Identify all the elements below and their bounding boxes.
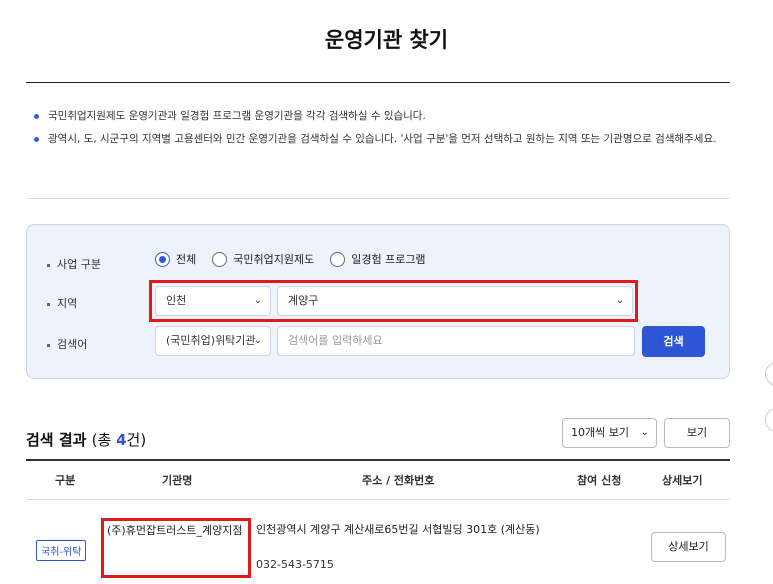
search-button[interactable]: 검색 (642, 326, 705, 357)
search-input[interactable]: 검색어를 입력하세요 (277, 326, 635, 356)
business-type-radio-group: 전체 국민취업지원제도 일경험 프로그램 (155, 251, 442, 267)
notice-item: 광역시, 도, 시군구의 지역별 고용센터와 민간 운영기관을 검색하실 수 있… (34, 131, 730, 148)
column-header-address: 주소 / 전화번호 (362, 474, 435, 487)
radio-all[interactable]: 전체 (155, 251, 196, 267)
per-page-select[interactable]: 10개씩 보기 ⌄ (562, 418, 657, 448)
column-header-name: 기관명 (162, 474, 193, 487)
chevron-down-icon: ⌄ (640, 427, 649, 438)
kind-badge: 국취-위탁 (36, 540, 87, 561)
table-row-divider (26, 499, 730, 500)
notice-item: 국민취업지원제도 운영기관과 일경험 프로그램 운영기관을 각각 검색하실 수 … (34, 108, 730, 125)
bullet-icon (34, 137, 39, 142)
org-phone: 032-543-5715 (256, 558, 334, 571)
column-header-detail: 상세보기 (662, 474, 703, 487)
radio-label: 국민취업지원제도 (233, 253, 315, 266)
title-divider (26, 82, 730, 83)
notice-text: 국민취업지원제도 운영기관과 일경험 프로그램 운영기관을 각각 검색하실 수 … (48, 110, 426, 122)
radio-unchecked-icon (330, 251, 346, 267)
radio-label: 일경험 프로그램 (351, 253, 426, 266)
radio-unchecked-icon (212, 251, 228, 267)
detail-button[interactable]: 상세보기 (651, 532, 726, 562)
column-header-apply: 참여 신청 (577, 474, 622, 487)
page-title: 운영기관 찾기 (324, 28, 449, 52)
column-header-kind: 구분 (55, 474, 76, 487)
region-highlight-box (149, 280, 638, 322)
search-type-select[interactable]: (국민취업)위탁기관 ⌄ (155, 326, 271, 356)
view-button[interactable]: 보기 (664, 418, 730, 448)
notice-divider (26, 198, 730, 199)
radio-national-employment[interactable]: 국민취업지원제도 (212, 251, 314, 267)
chevron-down-icon: ⌄ (253, 335, 262, 346)
notice-list: 국민취업지원제도 운영기관과 일경험 프로그램 운영기관을 각각 검색하실 수 … (34, 108, 730, 154)
business-type-label: 사업 구분 (47, 256, 101, 272)
results-count: 4 (116, 431, 127, 449)
bullet-icon (34, 114, 39, 119)
results-title: 검색 결과 (총 4건) (26, 431, 147, 449)
radio-label: 전체 (176, 253, 197, 266)
search-panel: 사업 구분 전체 국민취업지원제도 일경험 프로그램 지역 인천 ⌄ 계양구 ⌄ 검… (26, 224, 730, 379)
floating-button[interactable] (765, 362, 773, 386)
keyword-label: 검색어 (47, 336, 87, 352)
radio-work-experience[interactable]: 일경험 프로그램 (330, 251, 426, 267)
region-label: 지역 (47, 295, 77, 311)
org-name-highlight-box (101, 518, 251, 578)
table-header-rule (26, 459, 730, 461)
floating-button[interactable] (765, 408, 773, 432)
notice-text: 광역시, 도, 시군구의 지역별 고용센터와 민간 운영기관을 검색하실 수 있… (48, 133, 717, 145)
org-address: 인천광역시 계양구 계산새로65번길 서협빌딩 301호 (계산동) (256, 523, 540, 536)
radio-checked-icon (155, 251, 170, 267)
